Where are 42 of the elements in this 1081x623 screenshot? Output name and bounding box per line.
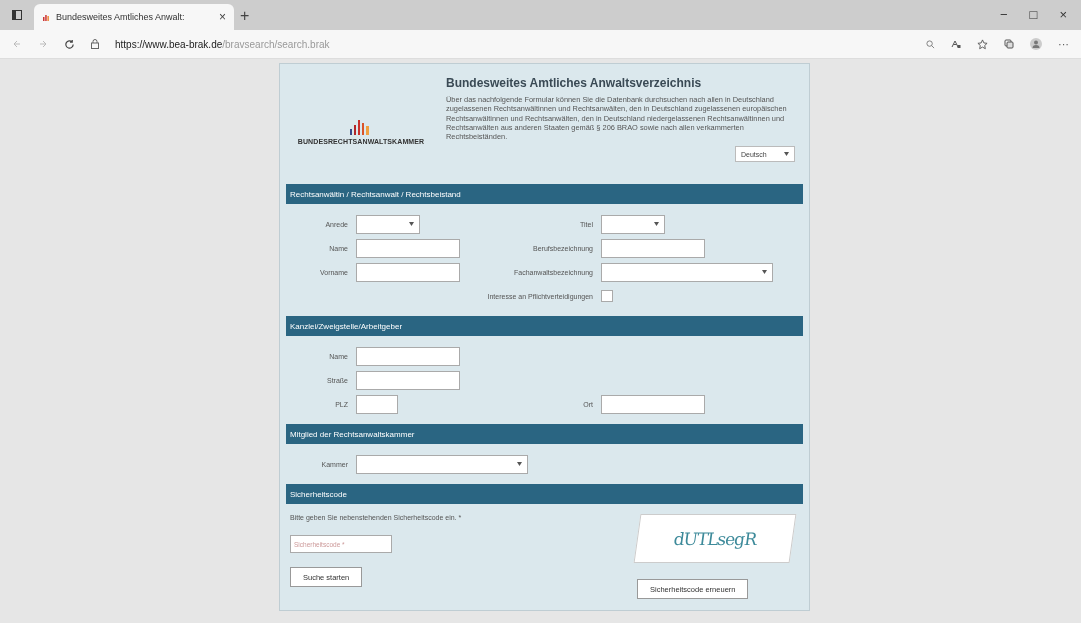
input-field[interactable] [356,262,460,282]
tab-title: Bundesweites Amtliches Anwalt: [56,12,186,22]
captcha-image: dUTLsegR [633,514,797,563]
input-field[interactable] [356,394,398,414]
more-button[interactable]: ··· [1058,38,1069,50]
section-header: Rechtsanwältin / Rechtsanwalt / Rechtsbeistand [286,184,803,204]
dropdown[interactable] [601,262,773,282]
dropdown[interactable] [601,214,665,234]
page-title: Bundesweites Amtliches Anwaltsverzeichnis [446,76,703,90]
collections-icon[interactable] [1004,39,1014,49]
caret-icon [762,270,767,274]
input-field[interactable] [356,238,460,258]
input-field[interactable] [601,394,705,414]
profile-icon[interactable] [1030,38,1042,50]
caret-icon [784,152,789,157]
browser-tab[interactable]: Bundesweites Amtliches Anwalt: × [34,4,234,30]
dropdown[interactable] [356,214,420,234]
window-button[interactable]: □ [1029,7,1038,22]
new-tab-button[interactable]: + [240,7,250,25]
dropdown[interactable] [356,454,528,474]
url-text[interactable]: https://www.bea-brak.de/bravsearch/search.brak [115,38,330,50]
search-icon[interactable] [926,39,935,49]
section-header: Mitglied der Rechtsanwaltskammer [286,424,803,444]
close-tab-button[interactable]: × [219,10,226,24]
checkbox[interactable] [601,290,613,302]
favicon-icon [42,13,50,21]
window-button[interactable]: × [1059,7,1067,22]
caret-icon [654,222,659,226]
reload-icon[interactable] [64,38,75,50]
back-icon[interactable] [12,39,22,49]
forward-icon[interactable] [38,39,48,49]
input-field[interactable] [356,346,460,366]
star-icon[interactable] [977,38,988,50]
section-header: Sicherheitscode [286,484,803,504]
input-field[interactable] [601,238,705,258]
caret-icon [517,462,522,466]
input-field[interactable] [356,370,460,390]
read-aloud-icon[interactable] [951,39,961,49]
section-header: Kanzlei/Zweigstelle/Arbeitgeber [286,316,803,336]
caret-icon [409,222,414,226]
lock-icon [91,39,99,49]
window-button[interactable]: − [999,7,1008,22]
